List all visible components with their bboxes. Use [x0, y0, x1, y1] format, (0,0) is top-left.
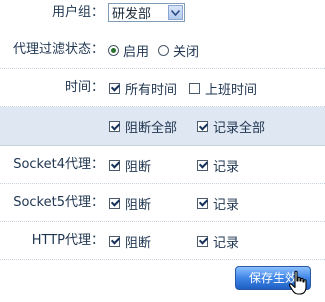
checkbox-record-all-label: 记录全部: [213, 121, 266, 136]
socket4-label: Socket4代理：: [13, 157, 104, 172]
checkbox-http-block[interactable]: 阻断: [109, 222, 151, 260]
select-all-row: 阻断全部 记录全部: [0, 107, 325, 146]
checkbox-http-record[interactable]: 记录: [197, 222, 239, 260]
time-label: 时间：: [64, 80, 104, 95]
checkbox-socket4-block-box[interactable]: [109, 159, 120, 171]
user-group-select[interactable]: 研发部: [108, 3, 185, 22]
radio-enable[interactable]: 启用: [108, 31, 149, 69]
radio-disable-button[interactable]: [158, 44, 169, 56]
checkbox-http-record-box[interactable]: [197, 235, 208, 247]
checkbox-socket4-block-label: 阻断: [125, 159, 152, 175]
radio-disable[interactable]: 关闭: [158, 31, 199, 69]
socket4-row: Socket4代理： 阻断 记录: [0, 146, 325, 184]
checkbox-all-time-box[interactable]: [109, 82, 120, 94]
radio-enable-label: 启用: [123, 44, 150, 60]
checkbox-record-all-box[interactable]: [197, 121, 208, 132]
checkbox-all-time[interactable]: 所有时间: [109, 69, 177, 107]
time-row: 时间： 所有时间 上班时间: [0, 69, 325, 107]
radio-disable-label: 关闭: [173, 44, 200, 60]
http-row: HTTP代理： 阻断 记录: [0, 222, 325, 260]
checkbox-block-all-label: 阻断全部: [125, 121, 178, 136]
checkbox-record-all[interactable]: 记录全部: [197, 107, 265, 146]
checkbox-socket5-block[interactable]: 阻断: [109, 184, 151, 222]
checkbox-socket5-block-box[interactable]: [109, 197, 120, 209]
user-group-row: 用户组： 研发部: [0, 0, 325, 26]
radio-enable-button[interactable]: [108, 44, 119, 56]
checkbox-all-time-label: 所有时间: [125, 82, 178, 98]
user-group-value: 研发部: [112, 7, 152, 22]
checkbox-socket5-block-label: 阻断: [125, 197, 152, 213]
checkbox-http-block-label: 阻断: [125, 235, 152, 251]
checkbox-work-time-box[interactable]: [189, 82, 200, 94]
checkbox-socket4-block[interactable]: 阻断: [109, 146, 151, 184]
user-group-label: 用户组：: [51, 5, 104, 20]
checkbox-block-all-box[interactable]: [109, 121, 120, 132]
proxy-filter-label: 代理过滤状态：: [12, 42, 104, 57]
checkbox-http-block-box[interactable]: [109, 235, 120, 247]
chevron-down-icon: [168, 5, 183, 20]
socket5-row: Socket5代理： 阻断 记录: [0, 184, 325, 222]
checkbox-socket5-record-box[interactable]: [197, 197, 208, 209]
checkbox-socket4-record-label: 记录: [213, 159, 240, 175]
checkbox-socket4-record-box[interactable]: [197, 159, 208, 171]
proxy-filter-row: 代理过滤状态： 启用 关闭: [0, 31, 325, 69]
checkbox-socket5-record-label: 记录: [213, 197, 240, 213]
checkbox-work-time-label: 上班时间: [205, 82, 258, 98]
checkbox-http-record-label: 记录: [213, 235, 240, 251]
checkbox-work-time[interactable]: 上班时间: [189, 69, 257, 107]
http-label: HTTP代理：: [31, 233, 104, 248]
checkbox-socket5-record[interactable]: 记录: [197, 184, 239, 222]
checkbox-socket4-record[interactable]: 记录: [197, 146, 239, 184]
checkbox-block-all[interactable]: 阻断全部: [109, 107, 177, 146]
socket5-label: Socket5代理：: [13, 195, 104, 210]
hand-cursor-icon: [288, 270, 307, 295]
